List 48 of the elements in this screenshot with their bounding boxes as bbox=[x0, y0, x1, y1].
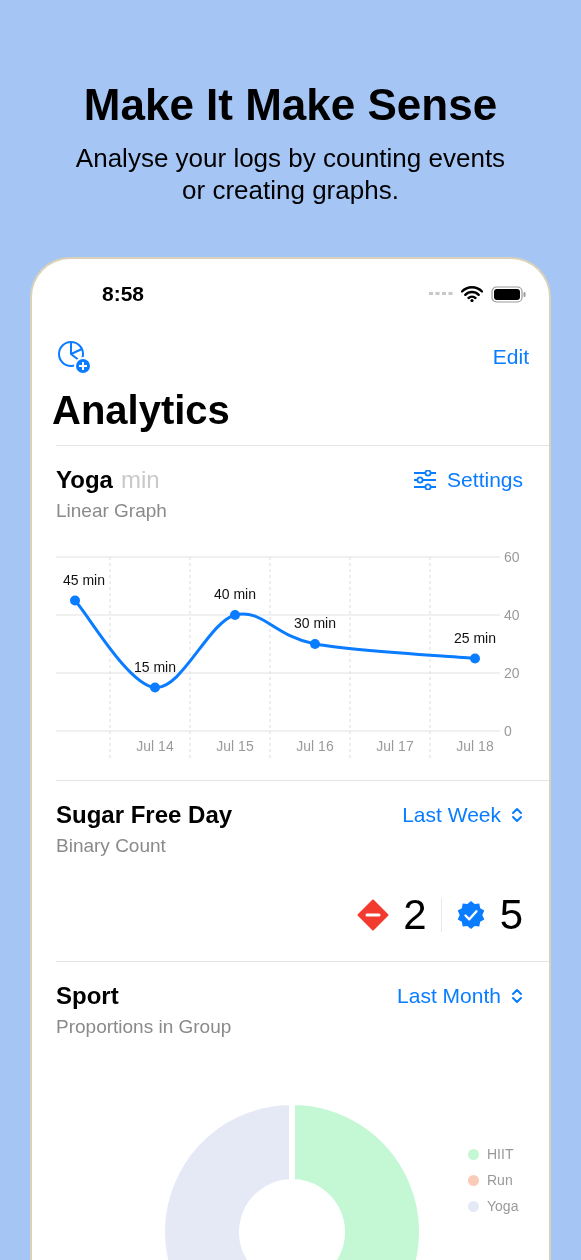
value-label: 30 min bbox=[294, 615, 336, 631]
data-point bbox=[230, 610, 240, 620]
add-chart-button[interactable] bbox=[56, 339, 92, 375]
count-value: 2 bbox=[403, 891, 427, 939]
legend-label: HIIT bbox=[487, 1146, 514, 1162]
chevron-up-down-icon bbox=[511, 806, 523, 824]
pie-chart-plus-icon bbox=[56, 339, 92, 375]
period-picker[interactable]: Last Week bbox=[402, 803, 523, 827]
x-axis-label: Jul 15 bbox=[216, 738, 254, 754]
value-label: 15 min bbox=[134, 658, 176, 675]
card-title: Sport bbox=[56, 982, 119, 1010]
chevron-up-down-icon bbox=[511, 987, 523, 1005]
legend-label: Run bbox=[487, 1172, 513, 1188]
data-point bbox=[150, 682, 160, 693]
status-time: 8:58 bbox=[102, 282, 145, 306]
period-picker[interactable]: Last Month bbox=[397, 984, 523, 1008]
subheadline: Analyse your logs by counting events or creating graphs. bbox=[74, 142, 507, 206]
card-subtitle: Linear Graph bbox=[56, 500, 168, 522]
check-badge-icon bbox=[455, 900, 486, 930]
value-label: 25 min bbox=[454, 629, 496, 646]
settings-button[interactable]: Settings bbox=[413, 468, 523, 492]
y-axis-label: 0 bbox=[504, 723, 512, 739]
edit-button[interactable]: Edit bbox=[492, 345, 529, 369]
signal-icon bbox=[429, 292, 453, 296]
headline: Make It Make Sense bbox=[83, 79, 498, 131]
card-title: Yoga bbox=[56, 466, 113, 494]
count-value: 5 bbox=[499, 891, 523, 939]
data-point bbox=[470, 653, 480, 664]
y-axis-label: 60 bbox=[504, 549, 520, 565]
page-title: Analytics bbox=[52, 387, 231, 434]
card-subtitle: Proportions in Group bbox=[56, 1016, 233, 1038]
sliders-icon bbox=[413, 470, 438, 490]
minus-diamond-icon bbox=[357, 899, 390, 931]
battery-icon bbox=[491, 285, 527, 303]
x-axis-label: Jul 16 bbox=[296, 738, 334, 754]
card-subtitle: Binary Count bbox=[56, 835, 167, 857]
y-axis-label: 20 bbox=[504, 665, 520, 681]
value-label: 45 min bbox=[63, 571, 105, 588]
y-axis-label: 40 bbox=[504, 607, 520, 623]
value-label: 40 min bbox=[214, 586, 256, 602]
card-title: Sugar Free Day bbox=[56, 801, 233, 829]
legend-label: Yoga bbox=[487, 1198, 519, 1214]
x-axis-label: Jul 18 bbox=[456, 738, 494, 754]
wifi-icon bbox=[461, 286, 483, 302]
x-axis-label: Jul 17 bbox=[376, 738, 414, 754]
x-axis-label: Jul 14 bbox=[136, 738, 174, 754]
data-point bbox=[310, 639, 320, 649]
data-point bbox=[70, 595, 80, 606]
